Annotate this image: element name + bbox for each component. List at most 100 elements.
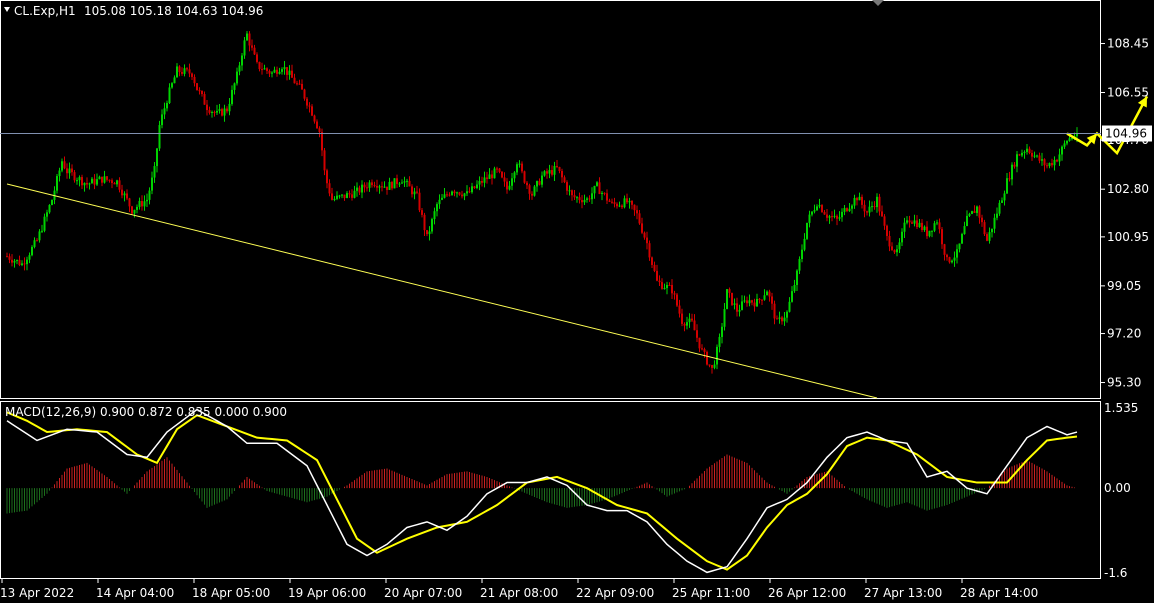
- candle-body: [138, 200, 141, 207]
- candle-body: [683, 323, 686, 326]
- candle-body: [458, 192, 461, 195]
- candle-body: [863, 204, 866, 212]
- candle-body: [38, 231, 41, 241]
- candle-body: [621, 205, 623, 208]
- candle-body: [433, 211, 436, 220]
- candle-body: [446, 194, 448, 196]
- candle-body: [1068, 138, 1071, 141]
- candle-body: [351, 194, 353, 198]
- candle-body: [571, 190, 573, 196]
- candle-body: [576, 197, 578, 199]
- candle-body: [331, 193, 333, 200]
- candle-body: [313, 115, 316, 122]
- candle-body: [828, 216, 831, 218]
- candle-body: [308, 105, 311, 107]
- candle-body: [506, 181, 508, 190]
- candle-body: [1031, 152, 1033, 157]
- candle-body: [223, 108, 226, 116]
- candle-body: [598, 182, 601, 194]
- candle-body: [253, 47, 256, 55]
- candle-body: [896, 249, 898, 253]
- candle-body: [161, 114, 163, 126]
- candle-body: [211, 111, 213, 113]
- price-tick-label: 99.05: [1107, 279, 1141, 293]
- candle-body: [953, 257, 956, 261]
- candle-body: [263, 68, 266, 70]
- candle-body: [488, 174, 491, 179]
- candle-body: [781, 317, 783, 322]
- candle-body: [1006, 178, 1008, 194]
- candle-body: [711, 365, 713, 368]
- candle-body: [391, 181, 393, 189]
- candle-body: [423, 214, 426, 231]
- candle-body: [903, 222, 906, 232]
- candle-body: [1033, 155, 1036, 157]
- candle-body: [743, 300, 746, 302]
- candle-body: [661, 282, 663, 289]
- macd-title: MACD(12,26,9) 0.900 0.872 0.835 0.000 0.…: [5, 405, 287, 419]
- candle-body: [971, 211, 973, 214]
- candle-body: [706, 351, 708, 365]
- candle-body: [303, 89, 306, 99]
- candle-body: [516, 164, 518, 173]
- candle-body: [18, 259, 21, 266]
- candle-body: [298, 83, 301, 85]
- candle-body: [333, 198, 336, 200]
- candle-body: [111, 180, 113, 184]
- candle-body: [763, 295, 766, 300]
- candle-body: [721, 326, 723, 337]
- candle-body: [766, 291, 768, 296]
- candle-body: [198, 90, 201, 92]
- candle-body: [966, 215, 968, 227]
- candle-body: [481, 180, 483, 183]
- candle-body: [151, 177, 153, 191]
- candle-body: [773, 303, 776, 319]
- candle-body: [373, 185, 376, 187]
- candle-body: [993, 217, 996, 229]
- candle-body: [1066, 140, 1068, 144]
- candle-body: [48, 204, 51, 213]
- candle-body: [898, 242, 901, 250]
- candle-body: [123, 193, 126, 196]
- candle-body: [203, 94, 206, 105]
- candle-body: [866, 211, 868, 213]
- candle-body: [473, 186, 476, 189]
- candle-body: [66, 168, 68, 174]
- candle-body: [778, 317, 781, 319]
- candle-body: [201, 90, 203, 95]
- candle-body: [916, 220, 918, 228]
- candle-body: [451, 191, 453, 195]
- candle-body: [543, 171, 546, 176]
- candle-body: [931, 230, 933, 232]
- candle-body: [408, 180, 411, 187]
- candle-body: [498, 168, 501, 172]
- candle-body: [121, 189, 123, 196]
- candle-body: [561, 170, 563, 178]
- candle-body: [33, 240, 36, 247]
- candle-body: [401, 182, 403, 184]
- candle-body: [168, 87, 171, 104]
- candle-body: [441, 197, 443, 200]
- candle-body: [91, 178, 93, 184]
- candle-body: [513, 172, 516, 179]
- candle-body: [288, 70, 291, 75]
- time-tick-label: 18 Apr 05:00: [192, 586, 270, 600]
- candle-body: [858, 196, 861, 201]
- candle-body: [436, 204, 438, 212]
- candle-body: [416, 191, 418, 193]
- candle-body: [118, 180, 121, 190]
- candle-body: [218, 109, 221, 111]
- candle-body: [768, 291, 771, 297]
- candle-body: [493, 168, 496, 179]
- candle-body: [286, 67, 288, 75]
- candle-body: [833, 215, 836, 217]
- candle-body: [226, 108, 228, 112]
- candle-body: [973, 211, 976, 213]
- candle-body: [573, 195, 576, 198]
- price-chart[interactable]: 108.45106.55104.70102.80100.9599.0597.20…: [0, 0, 1154, 603]
- candle-body: [583, 199, 586, 203]
- candle-body: [646, 237, 648, 244]
- candle-body: [128, 198, 131, 207]
- candle-body: [886, 225, 888, 236]
- candle-body: [281, 69, 283, 72]
